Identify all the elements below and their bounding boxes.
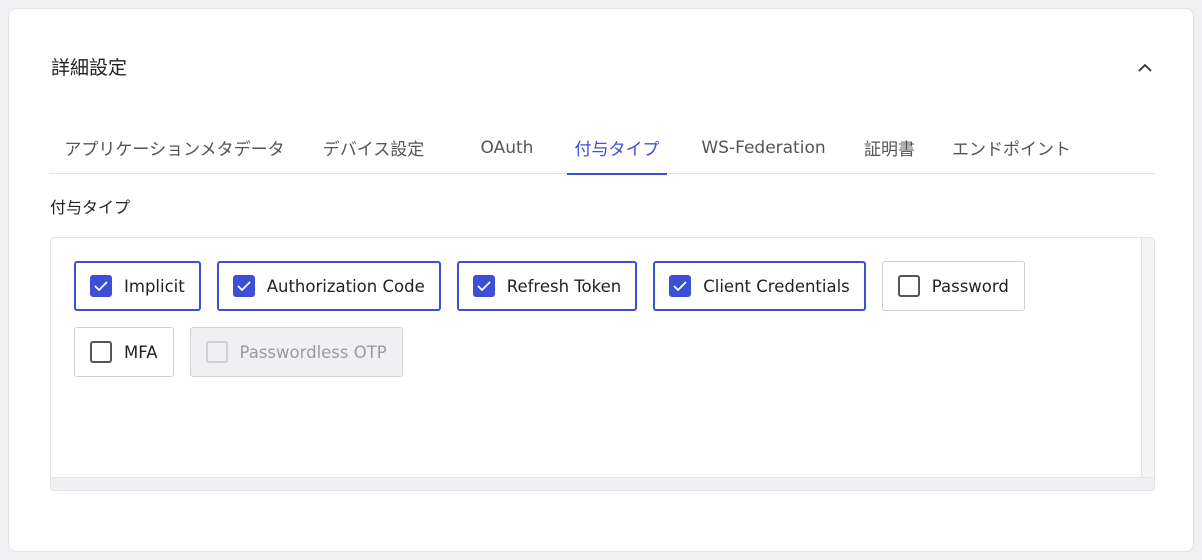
grant-option-label: Refresh Token [506, 276, 622, 296]
advanced-settings-card: 詳細設定 アプリケーションメタデータ デバイス設定 OAuth 付与タイプ WS… [8, 8, 1194, 552]
tab-ws-federation[interactable]: WS-Federation [667, 121, 860, 174]
tab-grant-types[interactable]: 付与タイプ [567, 121, 667, 175]
grant-option-authorization-code[interactable]: Authorization Code [216, 261, 441, 311]
grant-types-options: Implicit Authorization Code Refresh Toke… [74, 261, 1134, 377]
grant-option-implicit[interactable]: Implicit [74, 261, 201, 311]
grant-option-label: Passwordless OTP [239, 342, 387, 362]
tab-endpoints[interactable]: エンドポイント [919, 121, 1104, 174]
section-title: 詳細設定 [51, 57, 128, 79]
grant-option-client-credentials[interactable]: Client Credentials [653, 261, 866, 311]
checkbox-unchecked-icon [897, 275, 920, 297]
tab-application-metadata[interactable]: アプリケーションメタデータ [49, 121, 300, 174]
grant-option-mfa[interactable]: MFA [74, 327, 174, 377]
grant-option-refresh-token[interactable]: Refresh Token [456, 261, 638, 311]
tab-bar: アプリケーションメタデータ デバイス設定 OAuth 付与タイプ WS-Fede… [49, 121, 1155, 175]
grant-option-password[interactable]: Password [881, 261, 1025, 311]
chevron-up-icon [1138, 63, 1152, 71]
grant-option-label: Password [931, 276, 1009, 296]
tab-oauth[interactable]: OAuth [447, 121, 567, 174]
collapse-button[interactable] [1133, 55, 1157, 79]
grant-types-label: 付与タイプ [50, 198, 131, 217]
grant-option-passwordless-otp: Passwordless OTP [189, 327, 403, 377]
tab-certificates[interactable]: 証明書 [860, 121, 919, 174]
grant-option-label: MFA [124, 342, 158, 362]
grant-option-label: Authorization Code [266, 276, 425, 296]
checkbox-checked-icon [90, 275, 112, 297]
grant-option-label: Implicit [124, 276, 185, 296]
checkbox-checked-icon [669, 275, 692, 297]
tab-device-settings[interactable]: デバイス設定 [300, 121, 447, 174]
checkbox-checked-icon [472, 275, 495, 297]
grant-types-panel: Implicit Authorization Code Refresh Toke… [50, 237, 1155, 491]
checkbox-unchecked-icon [90, 341, 112, 363]
grant-option-label: Client Credentials [703, 276, 850, 296]
checkbox-disabled-icon [205, 341, 228, 363]
checkbox-checked-icon [232, 275, 255, 297]
